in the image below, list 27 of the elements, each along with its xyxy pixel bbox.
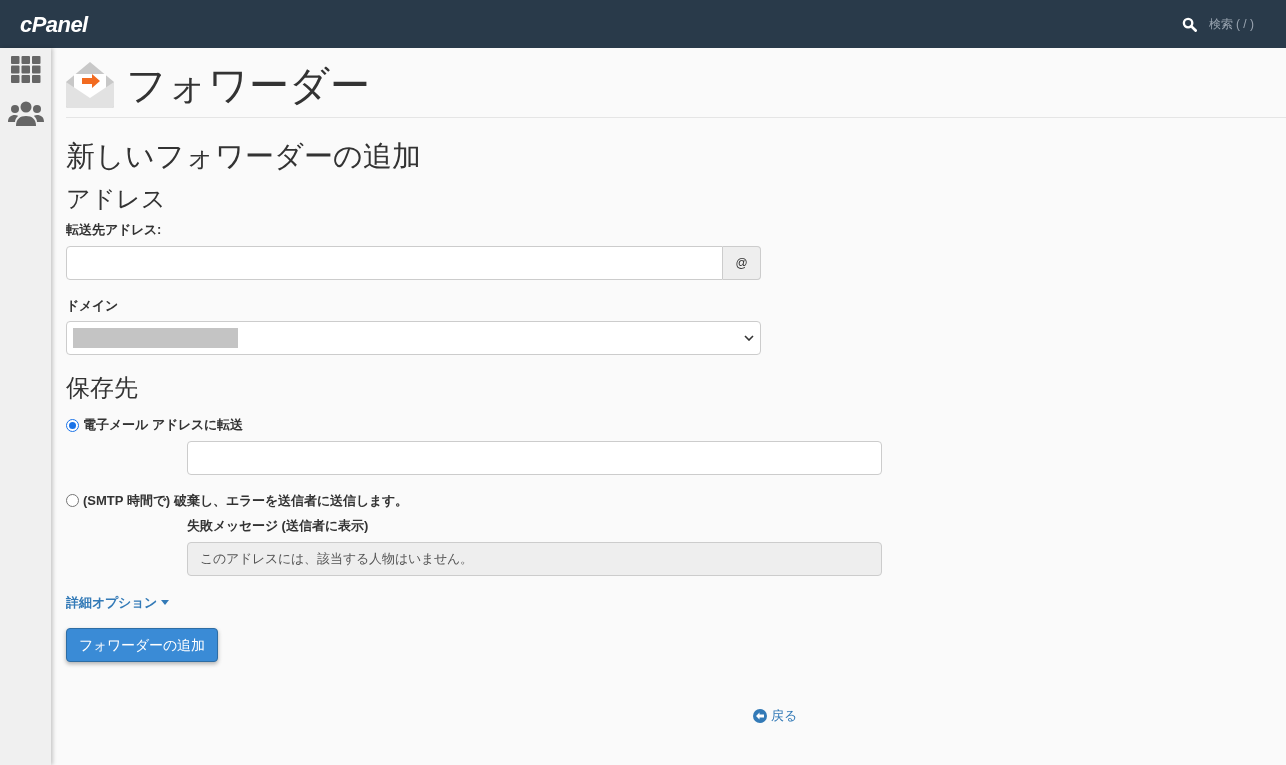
caret-icon (161, 600, 169, 605)
chevron-down-icon (744, 335, 754, 342)
radio-label[interactable]: 電子メール アドレスに転送 (83, 415, 243, 435)
users-icon[interactable] (7, 100, 44, 126)
field-label: 転送先アドレス: (66, 221, 163, 240)
radio-button[interactable] (66, 494, 79, 507)
radio-label[interactable]: (SMTP 時間で) 破棄し、エラーを送信者に送信します。 (83, 490, 408, 511)
logo[interactable]: cPanel (20, 7, 88, 41)
address-heading: アドレス (66, 184, 167, 215)
address-input-field[interactable] (66, 245, 723, 280)
envelope-arrow-icon (66, 61, 114, 108)
field-label: ドメイン (66, 296, 119, 315)
arrow-left-circle-icon (753, 709, 767, 723)
back-link[interactable]: 戻る (771, 706, 797, 726)
section-title: 新しいフォワーダーの追加 (66, 139, 422, 174)
forward-input-field[interactable] (187, 440, 882, 475)
field-label: 失敗メッセージ (送信者に表示) (187, 517, 370, 536)
page-title: フォワーダー (126, 64, 370, 105)
add-forwarder-button[interactable]: フォワーダーの追加 (66, 628, 218, 663)
grid-icon[interactable] (10, 56, 41, 84)
radio-button[interactable] (66, 418, 79, 432)
advanced-options-link[interactable]: 詳細オプション (66, 592, 157, 613)
search-icon[interactable] (1181, 16, 1197, 32)
at-addon: @ (723, 245, 761, 280)
failure-message-field[interactable]: このアドレスには、該当する人物はいません。 (187, 541, 882, 576)
search-label[interactable]: 検索 ( / ) (1208, 15, 1254, 33)
destination-heading: 保存先 (66, 373, 139, 404)
